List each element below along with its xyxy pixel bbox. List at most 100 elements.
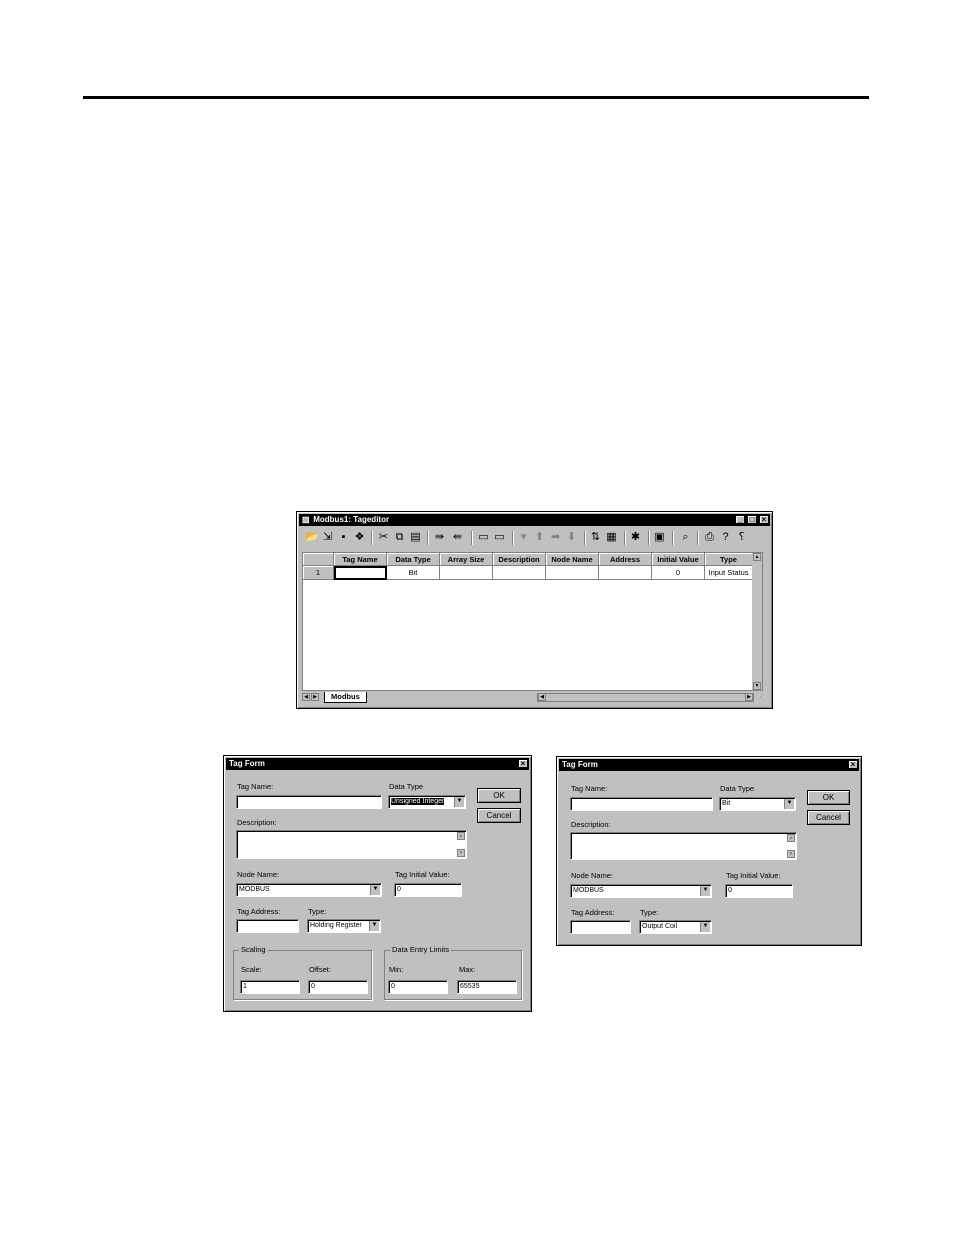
node-name-select[interactable]: MODBUS ▼ [570,884,712,898]
scaling-group: Scaling Scale: 1 Offset: 0 [233,945,372,1000]
chevron-down-icon[interactable]: ▼ [370,885,380,895]
scroll-left-button[interactable]: ◀ [538,693,546,701]
tag-name-input[interactable] [236,795,382,809]
scroll-down-button[interactable]: ▼ [787,850,795,858]
tag-name-input[interactable] [570,797,713,811]
scale-input[interactable]: 1 [240,980,300,994]
data-type-select[interactable]: Bit ▼ [719,797,796,811]
sheet-tab-modbus[interactable]: Modbus [324,692,367,703]
ok-button[interactable]: OK [477,788,521,803]
column-header[interactable]: Type [705,553,753,566]
offset-input[interactable]: 0 [308,980,368,994]
scroll-up-button[interactable]: ▲ [787,834,795,842]
cell-data-type[interactable]: Bit [387,566,440,580]
tools-icon[interactable]: ✱ [629,531,642,544]
chevron-down-icon[interactable]: ▼ [700,922,710,932]
right-icon[interactable]: ➡ [549,531,562,544]
cell-type[interactable]: Input Status [705,566,753,580]
data-type-select[interactable]: Unsigned Integer ▼ [388,795,466,809]
column-header[interactable]: Tag Name [334,553,387,566]
cell-array-size[interactable] [440,566,493,580]
open-icon[interactable]: 📂 [305,531,319,544]
column-header[interactable]: Description [493,553,546,566]
scroll-up-button[interactable]: ▲ [753,553,761,561]
copy-rows-icon[interactable]: ▭ [477,531,490,544]
find-icon[interactable]: ⌕ [679,531,692,544]
min-input[interactable]: 0 [388,980,448,994]
down-icon[interactable]: ⬇ [565,531,578,544]
tag-address-label: Tag Address: [571,908,615,917]
ok-button[interactable]: OK [807,790,850,805]
horizontal-scrollbar[interactable]: ◀ ▶ [537,693,754,702]
scroll-up-button[interactable]: ▲ [457,832,465,840]
toolbar-separator [584,531,585,545]
window-title: Modbus1: Tageditor [313,515,390,524]
cancel-button[interactable]: Cancel [477,808,521,823]
data-type-value: Bit [722,800,731,807]
type-value: Holding Register [310,922,362,929]
column-header[interactable]: Node Name [546,553,599,566]
scroll-down-button[interactable]: ▼ [753,682,761,690]
delete-row-icon[interactable]: ⇚ [451,531,464,544]
scroll-right-button[interactable]: ▶ [745,693,753,701]
chevron-down-icon[interactable]: ▼ [700,886,710,896]
row-number[interactable]: 1 [303,566,334,580]
close-button[interactable]: × [759,515,769,524]
close-button[interactable]: × [848,760,858,769]
column-header[interactable]: Initial Value [652,553,705,566]
column-header[interactable]: Data Type [387,553,440,566]
insert-row-icon[interactable]: ⇛ [433,531,446,544]
fill-icon[interactable]: ▾ [517,531,530,544]
cell-tag-name[interactable] [334,566,387,580]
tab-scroll-left-button[interactable]: ◀ [302,693,310,701]
description-textarea[interactable]: ▲ ▼ [236,830,467,859]
chevron-down-icon[interactable]: ▼ [784,799,794,809]
tab-scroll-right-button[interactable]: ▶ [311,693,319,701]
save-icon[interactable]: ▪ [337,531,350,544]
minimize-button[interactable]: _ [735,515,745,524]
tag-address-input[interactable] [570,920,631,934]
print-setup-icon[interactable]: ❖ [353,531,366,544]
paste-rows-icon[interactable]: ▭ [493,531,506,544]
up-icon[interactable]: ⬆ [533,531,546,544]
sort-icon[interactable]: ⇅ [589,531,602,544]
description-textarea[interactable]: ▲ ▼ [570,832,797,860]
offset-label: Offset: [309,965,331,974]
context-help-icon[interactable]: ⸮ [735,531,748,544]
cancel-button[interactable]: Cancel [807,810,850,825]
toolbar-separator [672,531,673,545]
scroll-down-button[interactable]: ▼ [457,849,465,857]
cell-node-name[interactable] [546,566,599,580]
close-button[interactable]: × [518,759,528,768]
chevron-down-icon[interactable]: ▼ [369,921,379,931]
paste-icon[interactable]: ▤ [409,531,422,544]
copy-icon[interactable]: ⧉ [393,531,406,544]
help-icon[interactable]: ? [719,531,732,544]
node-name-select[interactable]: MODBUS ▼ [236,883,382,897]
cell-description[interactable] [493,566,546,580]
max-input[interactable]: 65535 [457,980,517,994]
column-header[interactable]: Array Size [440,553,493,566]
tag-initial-value-input[interactable]: 0 [394,883,462,897]
form-icon[interactable]: ▣ [653,531,666,544]
maximize-button[interactable]: □ [747,515,757,524]
chevron-down-icon[interactable]: ▼ [454,797,464,807]
resize-grip-icon[interactable]: ⋰ [757,693,765,702]
tag-address-input[interactable] [236,919,299,933]
print-icon[interactable]: ⎙ [703,531,716,544]
toolbar-separator [471,531,472,545]
tag-address-label: Tag Address: [237,907,281,916]
max-label: Max: [459,965,476,974]
cut-icon[interactable]: ✂ [377,531,390,544]
vertical-scrollbar[interactable]: ▲ ▼ [752,553,762,690]
export-icon[interactable]: ▦ [605,531,618,544]
cell-address[interactable] [599,566,652,580]
cell-initial-value[interactable]: 0 [652,566,705,580]
toolbar: 📂 ⇲ ▪ ❖ ✂ ⧉ ▤ ⇛ ⇚ ▭ ▭ ▾ ⬆ ➡ ⬇ ⇅ ▦ ✱ ▣ ⌕ … [301,528,768,548]
column-header[interactable]: Address [599,553,652,566]
type-select[interactable]: Holding Register ▼ [307,919,381,933]
type-select[interactable]: Output Coil ▼ [639,920,712,934]
tag-initial-value-input[interactable]: 0 [725,884,793,898]
tag-name-label: Tag Name: [571,784,608,793]
import-icon[interactable]: ⇲ [321,531,334,544]
